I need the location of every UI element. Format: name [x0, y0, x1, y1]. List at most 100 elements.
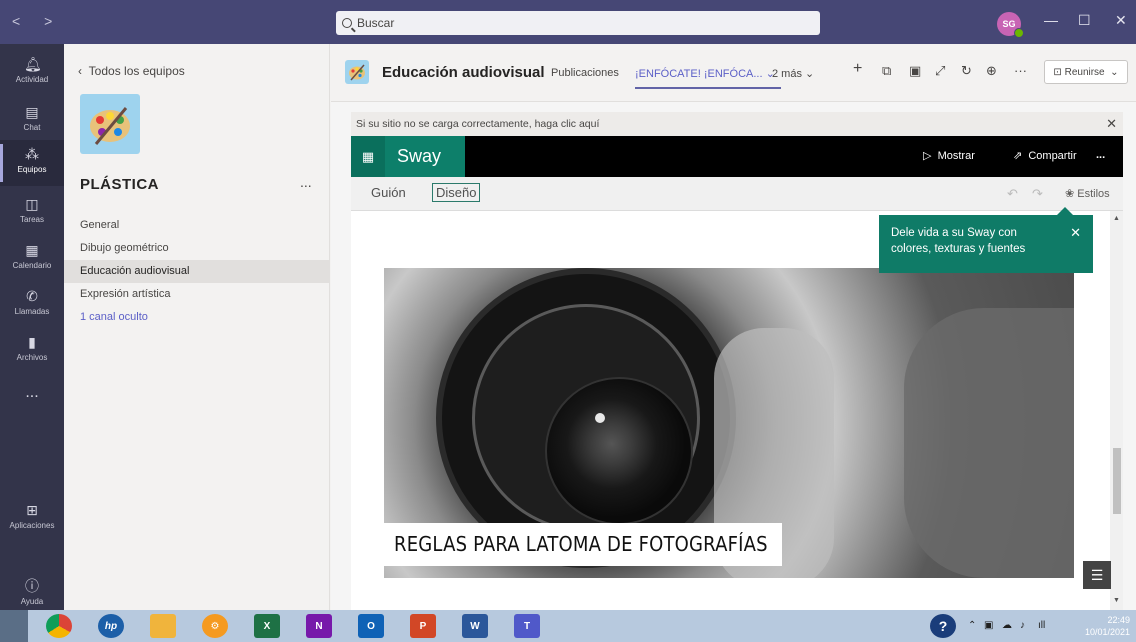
all-teams-link[interactable]: ‹ Todos los equipos [78, 64, 185, 78]
rail-label: Tareas [19, 215, 44, 224]
chat-icon: ▤ [25, 104, 39, 120]
styles-button[interactable]: ❀ Estilos [1065, 187, 1110, 200]
tray-chevron-icon[interactable]: ⌃ [968, 620, 976, 631]
meet-button[interactable]: ⊡ Reunirse ⌄ [1044, 60, 1128, 84]
channel-title: Educación audiovisual [382, 64, 545, 81]
lens-inner [545, 377, 693, 525]
team-panel: ‹ Todos los equipos PLÁSTICA ... General… [64, 44, 330, 610]
back-forward-arrows[interactable]: < > [12, 13, 62, 29]
rail-label: Archivos [16, 353, 48, 362]
close-tooltip-icon[interactable]: ✕ [1070, 225, 1081, 241]
channel-item-expresion-artistica[interactable]: Expresión artística [64, 283, 330, 306]
close-window-icon[interactable]: ✕ [1115, 12, 1127, 29]
rail-item-equipos[interactable]: ⁂ Equipos [0, 140, 64, 186]
settings-icon[interactable]: ⚙ [202, 614, 228, 638]
team-name: PLÁSTICA [80, 176, 159, 193]
excel-icon[interactable]: X [254, 614, 280, 638]
volume-icon[interactable]: ♪ [1020, 620, 1025, 631]
expand-icon[interactable]: ⤢ [935, 63, 945, 79]
search-icon [342, 18, 352, 28]
reload-icon[interactable]: ↻ [961, 63, 972, 79]
styles-label: Estilos [1077, 188, 1110, 200]
rail-item-tareas[interactable]: ◫ Tareas [0, 190, 64, 236]
rail-item-llamadas[interactable]: ✆ Llamadas [0, 282, 64, 328]
chevron-down-icon: ⌄ [1104, 66, 1119, 78]
tab-publicaciones[interactable]: Publicaciones [551, 67, 619, 79]
tab-diseno[interactable]: Diseño [432, 183, 481, 202]
tab-enfocate[interactable]: ¡ENFÓCATE! ¡ENFÓCA... ⌄ [635, 67, 781, 89]
globe-icon[interactable]: ⊕ [986, 63, 997, 79]
title-bar: < > Buscar SG — ☐ ✕ [0, 0, 1136, 44]
redo-icon[interactable]: ↷ [1032, 186, 1043, 202]
lens-ring [472, 304, 700, 532]
photo-background [904, 308, 1074, 578]
file-icon: ▮ [28, 334, 36, 350]
palette-icon [90, 107, 130, 145]
share-button[interactable]: ⇗ Compartir [1013, 149, 1077, 162]
photo-caption[interactable]: REGLAS PARA LATOMA DE FOTOGRAFÍAS [380, 523, 782, 566]
rail-item-aplicaciones[interactable]: ⊞ Aplicaciones [0, 496, 64, 542]
outlook-icon[interactable]: O [358, 614, 384, 638]
scroll-down-icon[interactable]: ▼ [1113, 597, 1120, 604]
avatar-initials: SG [1002, 19, 1016, 29]
more-options-icon[interactable]: ··· [1014, 63, 1027, 78]
search-box[interactable]: Buscar [336, 11, 820, 35]
start-button[interactable] [0, 610, 28, 642]
status-available-icon [1014, 28, 1024, 38]
sway-more-icon[interactable]: ... [1096, 149, 1105, 161]
avatar[interactable]: SG [997, 12, 1024, 38]
rail-label: Aplicaciones [9, 521, 55, 530]
styles-tooltip: Dele vida a su Sway con colores, textura… [879, 207, 1093, 273]
help-question-icon[interactable]: ? [930, 614, 956, 638]
rail-label: Calendario [12, 261, 52, 270]
maximize-icon[interactable]: ☐ [1078, 12, 1091, 29]
reload-notice[interactable]: Si su sitio no se carga correctamente, h… [351, 112, 1123, 136]
navigation-list-icon[interactable]: ☰ [1083, 561, 1111, 589]
rail-item-actividad[interactable]: 🔔︎ Actividad [0, 50, 64, 96]
add-tab-icon[interactable]: + [853, 60, 862, 78]
tab-guion[interactable]: Guión [371, 185, 406, 200]
more-apps-icon[interactable]: ... [0, 384, 64, 402]
main-content: Educación audiovisual Publicaciones ¡ENF… [331, 44, 1136, 610]
tooltip-text: Dele vida a su Sway con colores, textura… [891, 227, 1026, 255]
sway-brand: ▦ Sway [351, 136, 465, 177]
tray-network-icon[interactable]: ▣ [984, 620, 993, 631]
app-rail: 🔔︎ Actividad ▤ Chat ⁂ Equipos ◫ Tareas ▦… [0, 44, 64, 610]
hidden-channels-link[interactable]: 1 canal oculto [64, 306, 330, 329]
sway-tabs: Guión Diseño ↶ ↷ ❀ Estilos [351, 177, 1123, 211]
conversation-icon[interactable]: ▣ [909, 63, 921, 79]
show-button[interactable]: ▷ Mostrar [923, 149, 975, 162]
minimize-icon[interactable]: — [1044, 12, 1058, 28]
waffle-icon[interactable]: ▦ [351, 136, 385, 177]
clock-date: 10/01/2021 [1084, 627, 1130, 637]
close-notice-icon[interactable]: ✕ [1106, 112, 1117, 136]
tab-more[interactable]: 2 más ⌄ [772, 67, 814, 80]
file-explorer-icon[interactable] [150, 614, 176, 638]
onenote-icon[interactable]: N [306, 614, 332, 638]
onedrive-icon[interactable]: ☁ [1002, 620, 1012, 631]
powerpoint-icon[interactable]: P [410, 614, 436, 638]
channel-item-educacion-audiovisual[interactable]: Educación audiovisual [64, 260, 330, 283]
scroll-up-icon[interactable]: ▲ [1113, 215, 1120, 222]
rail-item-calendario[interactable]: ▦ Calendario [0, 236, 64, 282]
channel-item-dibujo-geometrico[interactable]: Dibujo geométrico [64, 237, 330, 260]
team-more-icon[interactable]: ... [300, 174, 312, 190]
popout-icon[interactable]: ⧉ [882, 63, 891, 79]
palette-outline-icon: ❀ [1065, 188, 1078, 200]
wifi-icon[interactable]: ıll [1038, 620, 1045, 631]
hp-icon[interactable]: hp [98, 614, 124, 638]
word-icon[interactable]: W [462, 614, 488, 638]
teams-icon: ⁂ [25, 146, 39, 162]
chrome-icon[interactable] [46, 614, 72, 638]
system-clock[interactable]: 22:49 10/01/2021 [1085, 614, 1130, 638]
undo-icon[interactable]: ↶ [1007, 186, 1018, 202]
scrollbar[interactable]: ▲ ▼ [1110, 211, 1123, 610]
channel-item-general[interactable]: General [64, 214, 330, 237]
channel-header: Educación audiovisual Publicaciones ¡ENF… [331, 44, 1136, 102]
search-placeholder: Buscar [357, 16, 395, 30]
rail-item-archivos[interactable]: ▮ Archivos [0, 328, 64, 374]
palette-icon [349, 64, 365, 81]
scroll-thumb[interactable] [1113, 448, 1121, 514]
teams-taskbar-icon[interactable]: T [514, 614, 540, 638]
rail-item-chat[interactable]: ▤ Chat [0, 98, 64, 144]
